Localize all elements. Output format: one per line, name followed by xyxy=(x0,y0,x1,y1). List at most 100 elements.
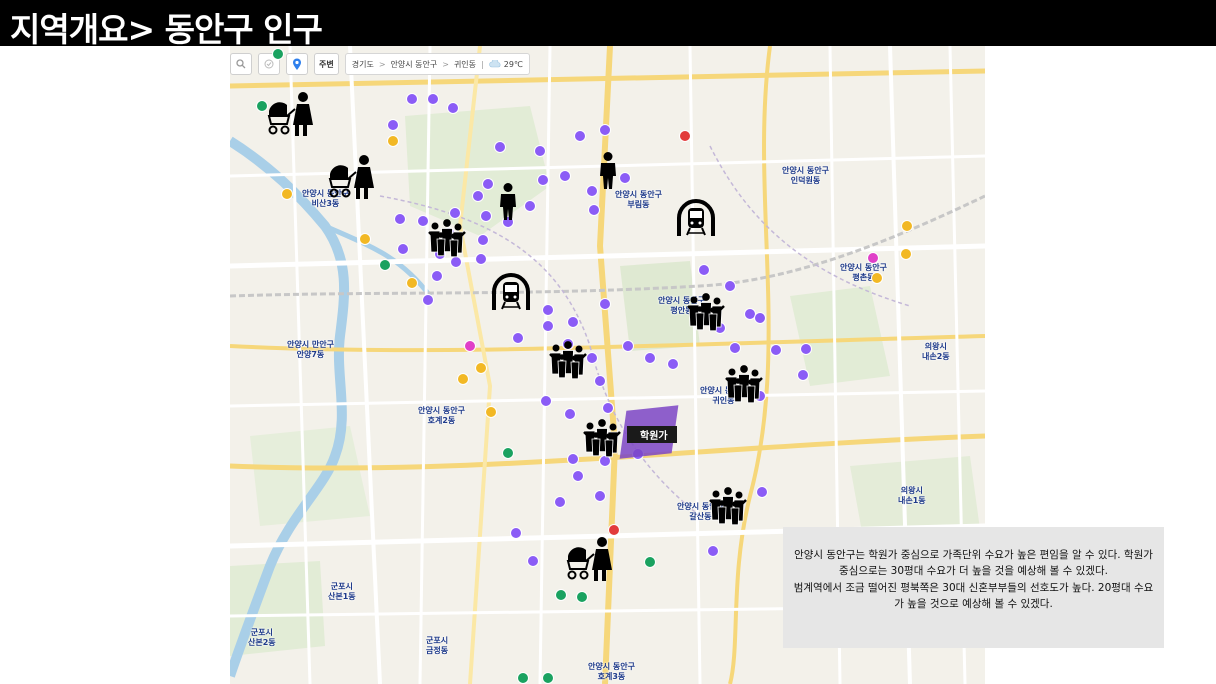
poi-marker[interactable] xyxy=(622,340,634,352)
poi-marker[interactable] xyxy=(599,124,611,136)
stroller-woman-icon[interactable] xyxy=(267,91,317,141)
poi-marker[interactable] xyxy=(542,304,554,316)
poi-marker[interactable] xyxy=(464,340,476,352)
district-label-hogye3: 안양시 동안구 호계3동 xyxy=(588,662,635,681)
poi-marker[interactable] xyxy=(576,591,588,603)
poi-marker[interactable] xyxy=(542,320,554,332)
poi-marker[interactable] xyxy=(387,119,399,131)
person-icon[interactable] xyxy=(498,183,518,225)
poi-marker[interactable] xyxy=(510,527,522,539)
poi-marker[interactable] xyxy=(472,190,484,202)
poi-marker[interactable] xyxy=(540,395,552,407)
family-group-icon[interactable] xyxy=(548,340,588,384)
poi-marker[interactable] xyxy=(574,130,586,142)
district-label-naeson1: 의왕시 내손1동 xyxy=(898,486,926,505)
poi-marker[interactable] xyxy=(867,252,879,264)
poi-marker[interactable] xyxy=(447,102,459,114)
poi-marker[interactable] xyxy=(431,270,443,282)
poi-marker[interactable] xyxy=(619,172,631,184)
poi-marker[interactable] xyxy=(457,373,469,385)
district-label-sanbon1: 군포시 산본1동 xyxy=(328,582,356,601)
poi-marker[interactable] xyxy=(594,375,606,387)
poi-marker[interactable] xyxy=(527,555,539,567)
poi-marker[interactable] xyxy=(485,406,497,418)
poi-marker[interactable] xyxy=(644,556,656,568)
poi-marker[interactable] xyxy=(406,277,418,289)
poi-marker[interactable] xyxy=(480,210,492,222)
poi-marker[interactable] xyxy=(724,280,736,292)
poi-marker[interactable] xyxy=(537,174,549,186)
poi-marker[interactable] xyxy=(494,141,506,153)
poi-marker[interactable] xyxy=(524,200,536,212)
district-label-indeogwon: 안양시 동안구 인덕원동 xyxy=(782,166,829,185)
poi-marker[interactable] xyxy=(555,589,567,601)
nearby-button[interactable]: 주변 xyxy=(314,53,339,75)
family-group-icon[interactable] xyxy=(427,218,467,262)
poi-marker[interactable] xyxy=(281,188,293,200)
search-button[interactable] xyxy=(230,53,252,75)
family-group-icon[interactable] xyxy=(686,292,726,336)
poi-marker[interactable] xyxy=(517,672,529,684)
poi-marker[interactable] xyxy=(608,524,620,536)
poi-marker[interactable] xyxy=(554,496,566,508)
poi-marker[interactable] xyxy=(594,490,606,502)
poi-marker[interactable] xyxy=(901,220,913,232)
poi-marker[interactable] xyxy=(359,233,371,245)
poi-marker[interactable] xyxy=(707,545,719,557)
stroller-woman-icon[interactable] xyxy=(328,154,378,204)
poi-marker[interactable] xyxy=(644,352,656,364)
breadcrumb-city[interactable]: 안양시 동안구 xyxy=(391,59,438,70)
location-button[interactable] xyxy=(286,53,308,75)
poi-marker[interactable] xyxy=(475,362,487,374)
poi-marker[interactable] xyxy=(900,248,912,260)
poi-marker[interactable] xyxy=(602,402,614,414)
poi-marker[interactable] xyxy=(422,294,434,306)
poi-marker[interactable] xyxy=(667,358,679,370)
poi-marker[interactable] xyxy=(387,135,399,147)
poi-marker[interactable] xyxy=(698,264,710,276)
district-label-naeson2: 의왕시 내손2동 xyxy=(922,342,950,361)
district-label-burim: 안양시 동안구 부림동 xyxy=(615,190,662,209)
check-icon xyxy=(264,59,274,69)
breadcrumb-dong[interactable]: 귀인동 xyxy=(454,59,476,70)
poi-marker[interactable] xyxy=(567,453,579,465)
poi-marker[interactable] xyxy=(800,343,812,355)
poi-marker[interactable] xyxy=(572,470,584,482)
poi-marker[interactable] xyxy=(394,213,406,225)
poi-marker[interactable] xyxy=(729,342,741,354)
poi-marker[interactable] xyxy=(564,408,576,420)
poi-marker[interactable] xyxy=(477,234,489,246)
poi-marker[interactable] xyxy=(534,145,546,157)
poi-marker[interactable] xyxy=(272,48,284,60)
family-group-icon[interactable] xyxy=(582,418,622,462)
subway-station-icon[interactable] xyxy=(676,198,716,242)
note-line-1: 안양시 동안구는 학원가 중심으로 가족단위 수요가 높은 편임을 알 수 있다… xyxy=(794,549,1153,578)
poi-marker[interactable] xyxy=(586,185,598,197)
poi-marker[interactable] xyxy=(871,272,883,284)
family-group-icon[interactable] xyxy=(724,364,764,408)
poi-marker[interactable] xyxy=(588,204,600,216)
poi-marker[interactable] xyxy=(559,170,571,182)
poi-marker[interactable] xyxy=(756,486,768,498)
poi-marker[interactable] xyxy=(567,316,579,328)
poi-marker[interactable] xyxy=(502,447,514,459)
poi-marker[interactable] xyxy=(475,253,487,265)
breadcrumb-province[interactable]: 경기도 xyxy=(352,59,374,70)
poi-marker[interactable] xyxy=(482,178,494,190)
stroller-woman-icon[interactable] xyxy=(566,536,616,586)
family-group-icon[interactable] xyxy=(708,486,748,530)
poi-marker[interactable] xyxy=(770,344,782,356)
poi-marker[interactable] xyxy=(427,93,439,105)
poi-marker[interactable] xyxy=(379,259,391,271)
poi-marker[interactable] xyxy=(754,312,766,324)
poi-marker[interactable] xyxy=(512,332,524,344)
poi-marker[interactable] xyxy=(406,93,418,105)
poi-marker[interactable] xyxy=(542,672,554,684)
district-label-geumjeong: 군포시 금정동 xyxy=(426,636,449,655)
poi-marker[interactable] xyxy=(599,298,611,310)
poi-marker[interactable] xyxy=(679,130,691,142)
poi-marker[interactable] xyxy=(397,243,409,255)
subway-station-icon[interactable] xyxy=(491,272,531,316)
person-icon[interactable] xyxy=(598,152,618,194)
poi-marker[interactable] xyxy=(797,369,809,381)
